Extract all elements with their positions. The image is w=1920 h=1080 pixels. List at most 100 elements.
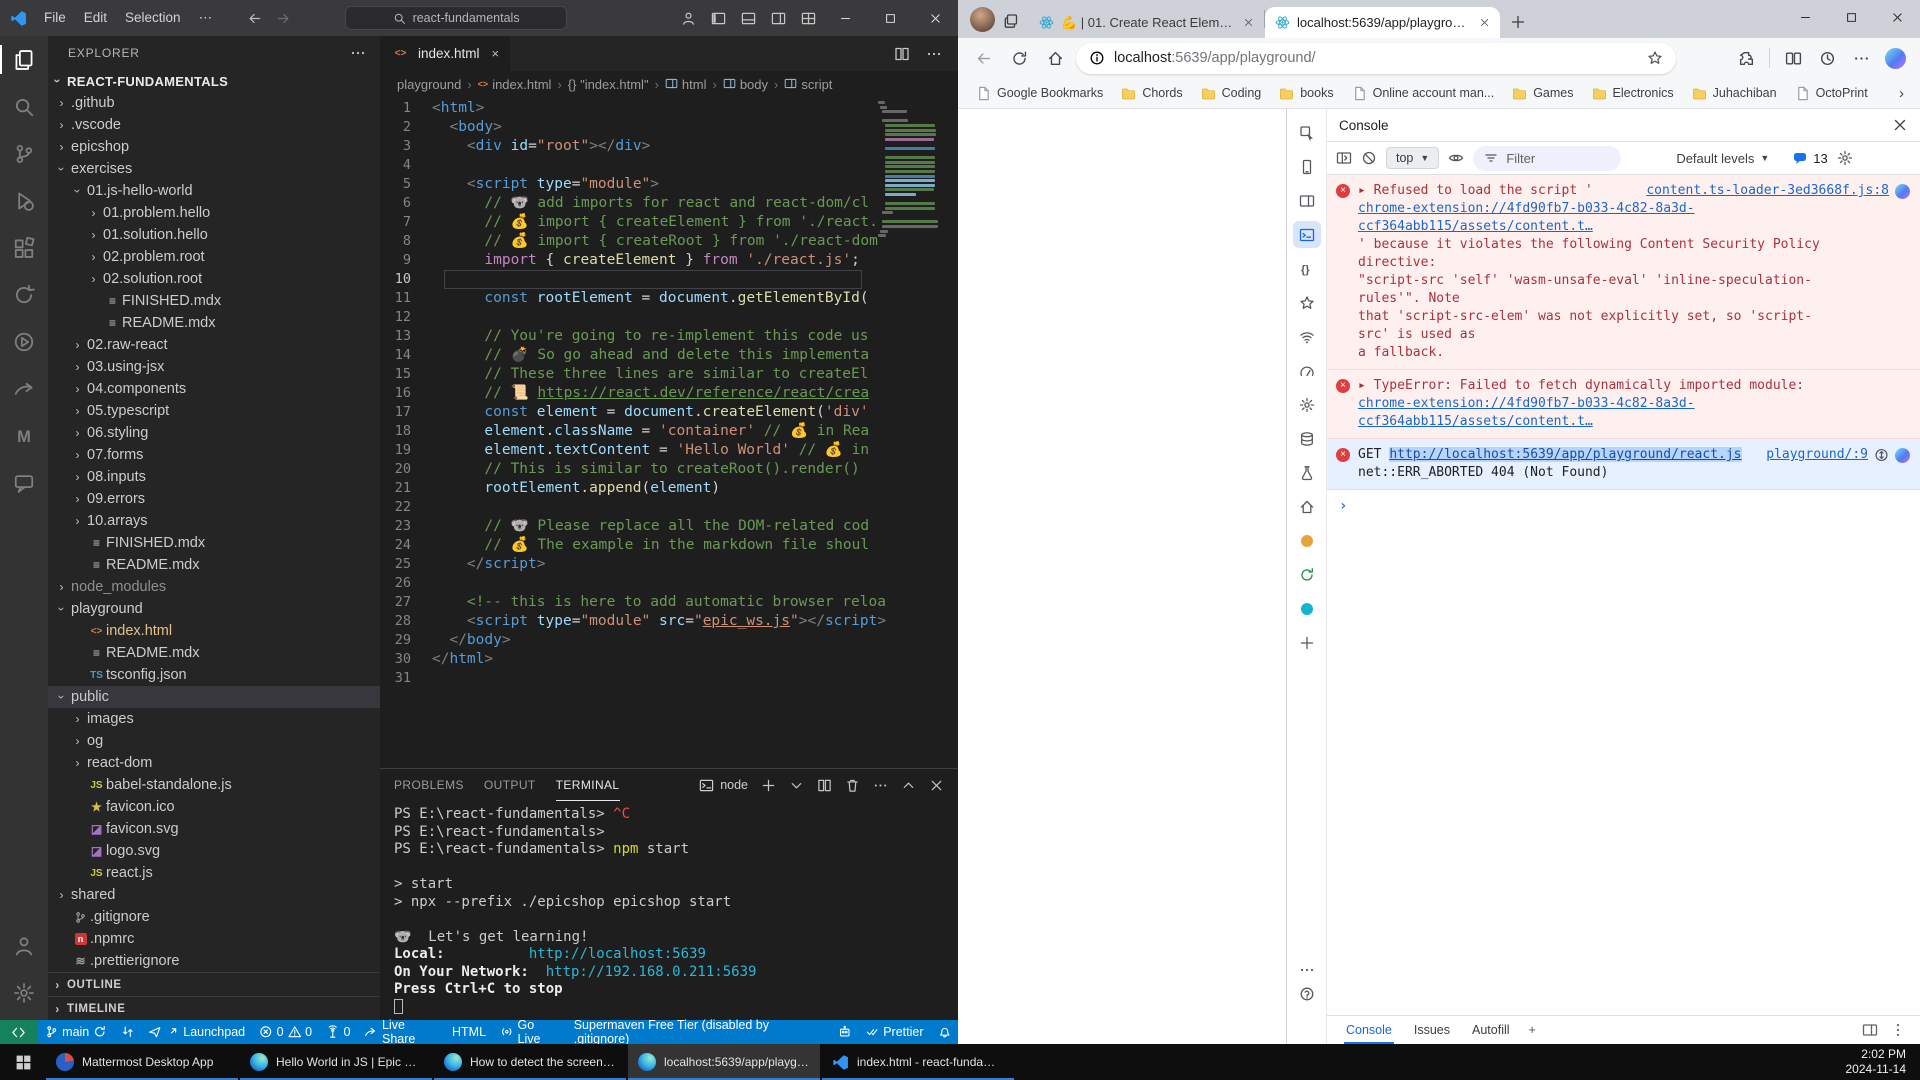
code-line[interactable]: 8 // 💰 import { createRoot } from './rea… — [380, 232, 958, 251]
menu-edit[interactable]: Edit — [75, 7, 116, 29]
tree-item[interactable]: ›react-dom — [48, 752, 380, 774]
tree-item[interactable]: ›shared — [48, 884, 380, 906]
address-bar[interactable]: localhost:5639/app/playground/ — [1076, 43, 1676, 74]
code-line[interactable]: 28 <script type="module" src="epic_ws.js… — [380, 612, 958, 631]
status-ports[interactable]: 0 — [319, 1020, 357, 1044]
tree-item[interactable]: ›01.solution.hello — [48, 224, 380, 246]
explorer-root-folder[interactable]: › REACT-FUNDAMENTALS — [48, 70, 380, 92]
code-line[interactable]: 17 const element = document.createElemen… — [380, 403, 958, 422]
tree-item[interactable]: ›playground — [48, 598, 380, 620]
devtool-console[interactable] — [1293, 221, 1321, 248]
code-line[interactable]: 7 // 💰 import { createElement } from './… — [380, 213, 958, 232]
close-tab-icon[interactable] — [1243, 15, 1254, 30]
devtool-add-tools[interactable] — [1293, 629, 1321, 656]
new-tab-icon[interactable] — [1510, 14, 1526, 30]
log-levels-selector[interactable]: Default levels▼ — [1676, 151, 1769, 166]
status-language-mode[interactable]: HTML — [445, 1020, 493, 1044]
activity-settings[interactable] — [0, 969, 48, 1016]
bookmark-item[interactable]: Games — [1504, 82, 1581, 105]
status-live-share[interactable]: Live Share — [357, 1020, 445, 1044]
settings-and-more-icon[interactable] — [1846, 43, 1876, 73]
status-ai-assistant[interactable] — [831, 1020, 859, 1044]
bookmark-item[interactable]: Juhachiban — [1684, 82, 1785, 105]
toggle-panel-icon[interactable] — [733, 0, 763, 36]
tree-item[interactable]: n.npmrc — [48, 928, 380, 950]
command-center-search[interactable]: react-fundamentals — [345, 6, 567, 30]
split-editor-icon[interactable] — [894, 46, 910, 62]
status-problems[interactable]: 00 — [252, 1020, 319, 1044]
bookmark-item[interactable]: Coding — [1193, 82, 1270, 105]
home-icon[interactable] — [1040, 43, 1070, 73]
devtool-network[interactable] — [1293, 323, 1321, 350]
section-outline[interactable]: ›OUTLINE — [48, 972, 380, 996]
tree-item[interactable]: ›epicshop — [48, 136, 380, 158]
close-tab-icon[interactable]: × — [492, 46, 500, 61]
tree-item[interactable]: ›02.solution.root — [48, 268, 380, 290]
more-tools-icon[interactable] — [1299, 962, 1315, 978]
taskbar-item[interactable]: Mattermost Desktop App — [46, 1044, 238, 1080]
tree-item[interactable]: ›02.problem.root — [48, 246, 380, 268]
code-line[interactable]: 30</html> — [380, 650, 958, 669]
updown-icon[interactable] — [1874, 448, 1889, 463]
new-terminal-icon[interactable] — [761, 778, 776, 793]
code-line[interactable]: 18 element.className = 'container' // 💰 … — [380, 422, 958, 441]
section-timeline[interactable]: ›TIMELINE — [48, 996, 380, 1020]
editor-tab-index-html[interactable]: <> index.html × — [380, 36, 510, 71]
toggle-console-sidebar-icon[interactable] — [1336, 150, 1352, 166]
terminal-instance[interactable]: node — [699, 778, 748, 793]
devtool-cookies[interactable] — [1293, 527, 1321, 554]
status-notifications[interactable] — [931, 1020, 959, 1044]
code-line[interactable]: 31 — [380, 669, 958, 688]
code-line[interactable]: 13 // You're going to re-implement this … — [380, 327, 958, 346]
quickview-tab-autofill[interactable]: Autofill — [1461, 1016, 1521, 1044]
code-line[interactable]: 21 rootElement.append(element) — [380, 479, 958, 498]
code-line[interactable]: 19 element.textContent = 'Hello World' /… — [380, 441, 958, 460]
code-editor[interactable]: 1<html>2 <body>3 <div id="root"></div>45… — [380, 97, 958, 768]
context-selector[interactable]: top▼ — [1386, 147, 1439, 169]
message-link[interactable]: chrome-extension://4fd90fb7-b033-4c82-8a… — [1358, 201, 1695, 234]
bookmark-item[interactable]: Electronics — [1584, 82, 1682, 105]
split-terminal-icon[interactable] — [817, 778, 832, 793]
favorite-star-icon[interactable] — [1647, 50, 1663, 66]
breadcrumb-segment[interactable]: <>index.html — [478, 77, 552, 92]
source-link[interactable]: content.ts-loader-3ed3668f.js:8 — [1646, 182, 1889, 200]
terminal-dropdown-icon[interactable] — [789, 778, 804, 793]
minimap[interactable] — [878, 101, 942, 243]
activity-comments[interactable] — [0, 459, 48, 506]
browser-tab-1[interactable]: 💪 | 01. Create React Elements | 0 — [1029, 7, 1264, 38]
activity-live-share[interactable] — [0, 271, 48, 318]
code-line[interactable]: 11 const rootElement = document.getEleme… — [380, 289, 958, 308]
devtool-status-dot[interactable] — [1293, 595, 1321, 622]
copilot-explain-icon[interactable] — [1895, 448, 1910, 463]
devtool-application[interactable] — [1293, 425, 1321, 452]
devtool-inspect[interactable] — [1293, 119, 1321, 146]
tree-item[interactable]: ›01.js-hello-world — [48, 180, 380, 202]
tree-item[interactable]: ›03.using-jsx — [48, 356, 380, 378]
tab-actions-icon[interactable] — [1003, 13, 1019, 29]
site-info-icon[interactable] — [1089, 50, 1105, 66]
devtool-settings[interactable] — [1293, 391, 1321, 418]
menu-file[interactable]: File — [35, 7, 75, 29]
go-back-icon[interactable] — [247, 11, 262, 26]
menu-more[interactable]: ⋯ — [190, 7, 222, 29]
taskbar-item[interactable]: How to detect the screen resoluti... — [434, 1044, 626, 1080]
breadcrumb-segment[interactable]: {} "index.html" — [568, 77, 649, 92]
close-devtools-icon[interactable] — [1892, 117, 1908, 133]
close-window[interactable] — [913, 0, 958, 36]
quickview-more-icon[interactable] — [1890, 1022, 1906, 1038]
live-expression-icon[interactable] — [1448, 150, 1464, 166]
devtool-device-emulation[interactable] — [1293, 153, 1321, 180]
code-line[interactable]: 25 </script> — [380, 555, 958, 574]
code-line[interactable]: 2 <body> — [380, 118, 958, 137]
issues-counter[interactable]: 13 — [1792, 150, 1827, 166]
code-line[interactable]: 23 // 🐨 Please replace all the DOM-relat… — [380, 517, 958, 536]
minimize-window[interactable] — [1782, 0, 1828, 34]
browser-tab-2[interactable]: localhost:5639/app/playground/ — [1265, 7, 1500, 38]
filter-input[interactable]: Filter — [1473, 146, 1621, 171]
tree-item[interactable]: ★favicon.ico — [48, 796, 380, 818]
split-screen-icon[interactable] — [1778, 43, 1808, 73]
taskbar-clock[interactable]: 2:02 PM2024-11-14 — [1846, 1044, 1920, 1080]
tree-item[interactable]: ›.github — [48, 92, 380, 114]
tree-item[interactable]: ›08.inputs — [48, 466, 380, 488]
status-supermaven[interactable]: Supermaven Free Tier (disabled by .gitig… — [567, 1020, 831, 1044]
